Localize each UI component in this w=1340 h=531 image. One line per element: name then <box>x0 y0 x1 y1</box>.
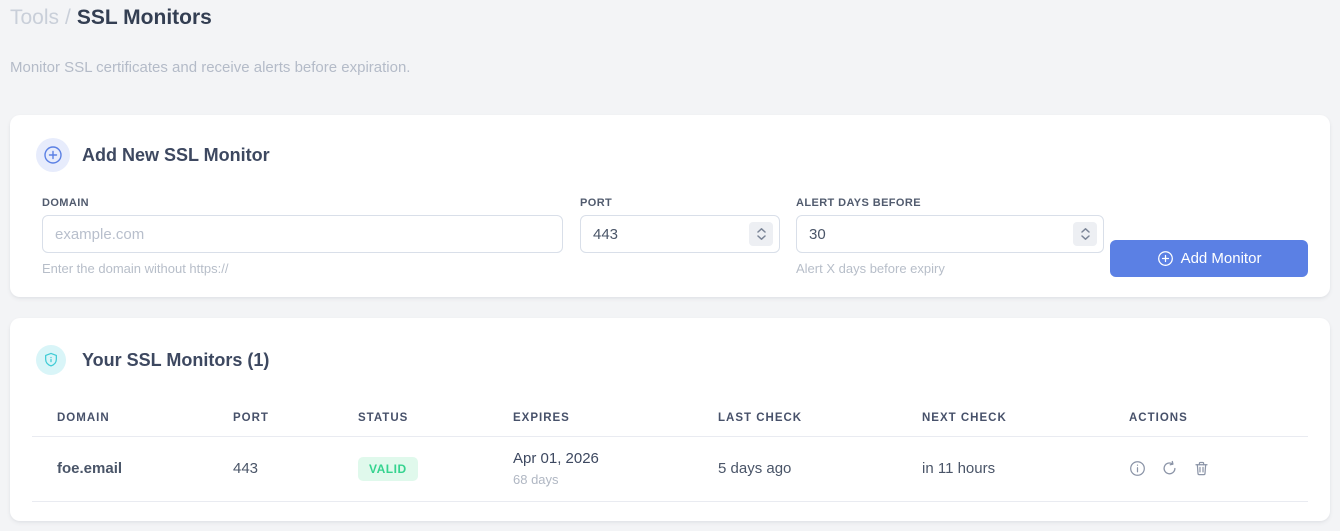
delete-button[interactable] <box>1193 460 1210 477</box>
trash-icon <box>1193 460 1210 477</box>
add-monitor-title: Add New SSL Monitor <box>82 145 270 165</box>
domain-input[interactable] <box>42 215 563 253</box>
alert-days-label: ALERT DAYS BEFORE <box>796 197 921 209</box>
monitors-list-card: Your SSL Monitors (1) DOMAIN PORT STATUS… <box>10 318 1330 521</box>
add-monitor-button-label: Add Monitor <box>1180 250 1262 267</box>
col-header-next-check: NEXT CHECK <box>922 400 1129 437</box>
monitor-next-check: in 11 hours <box>922 436 1129 502</box>
plus-circle-icon <box>1157 250 1174 267</box>
refresh-icon <box>1161 460 1178 477</box>
domain-helper-text: Enter the domain without https:// <box>42 261 229 276</box>
port-label: PORT <box>580 197 613 209</box>
info-button[interactable] <box>1129 460 1146 477</box>
col-header-actions: ACTIONS <box>1129 400 1308 437</box>
monitor-port: 443 <box>233 436 358 502</box>
table-row: foe.email 443 VALID Apr 01, 2026 68 days… <box>32 436 1308 502</box>
col-header-port: PORT <box>233 400 358 437</box>
col-header-expires: EXPIRES <box>513 400 718 437</box>
alert-days-helper-text: Alert X days before expiry <box>796 261 945 276</box>
info-icon <box>1129 460 1146 477</box>
table-header-row: DOMAIN PORT STATUS EXPIRES LAST CHECK NE… <box>32 400 1308 437</box>
monitor-domain: foe.email <box>32 436 233 502</box>
breadcrumb-tools-link[interactable]: Tools <box>10 6 59 29</box>
add-monitor-button[interactable]: Add Monitor <box>1110 240 1308 277</box>
monitor-expires-days: 68 days <box>513 472 559 487</box>
breadcrumb: Tools / SSL Monitors <box>10 6 212 30</box>
domain-label: DOMAIN <box>42 197 90 209</box>
port-stepper[interactable] <box>749 222 773 246</box>
col-header-domain: DOMAIN <box>32 400 233 437</box>
add-monitor-card: Add New SSL Monitor DOMAIN Enter the dom… <box>10 115 1330 297</box>
row-actions <box>1129 460 1308 477</box>
monitor-expires-date: Apr 01, 2026 <box>513 450 599 467</box>
status-badge: VALID <box>358 456 418 481</box>
page-title: SSL Monitors <box>76 6 212 29</box>
col-header-last-check: LAST CHECK <box>718 400 922 437</box>
page-subtitle: Monitor SSL certificates and receive ale… <box>10 59 411 76</box>
monitors-table: DOMAIN PORT STATUS EXPIRES LAST CHECK NE… <box>32 400 1308 502</box>
alert-days-stepper[interactable] <box>1073 222 1097 246</box>
ssl-monitors-page: Tools / SSL Monitors Monitor SSL certifica… <box>0 0 1340 531</box>
refresh-button[interactable] <box>1161 460 1178 477</box>
monitor-last-check: 5 days ago <box>718 436 922 502</box>
alert-days-field-group: ALERT DAYS BEFORE Alert X days before ex… <box>796 197 1104 276</box>
alert-days-input[interactable] <box>796 215 1104 253</box>
port-field-group: PORT <box>580 197 780 253</box>
col-header-status: STATUS <box>358 400 513 437</box>
domain-field-group: DOMAIN Enter the domain without https:// <box>42 197 563 276</box>
shield-icon <box>36 345 66 375</box>
monitors-list-title: Your SSL Monitors (1) <box>82 350 270 370</box>
plus-circle-icon <box>36 138 70 172</box>
breadcrumb-separator: / <box>65 6 71 29</box>
